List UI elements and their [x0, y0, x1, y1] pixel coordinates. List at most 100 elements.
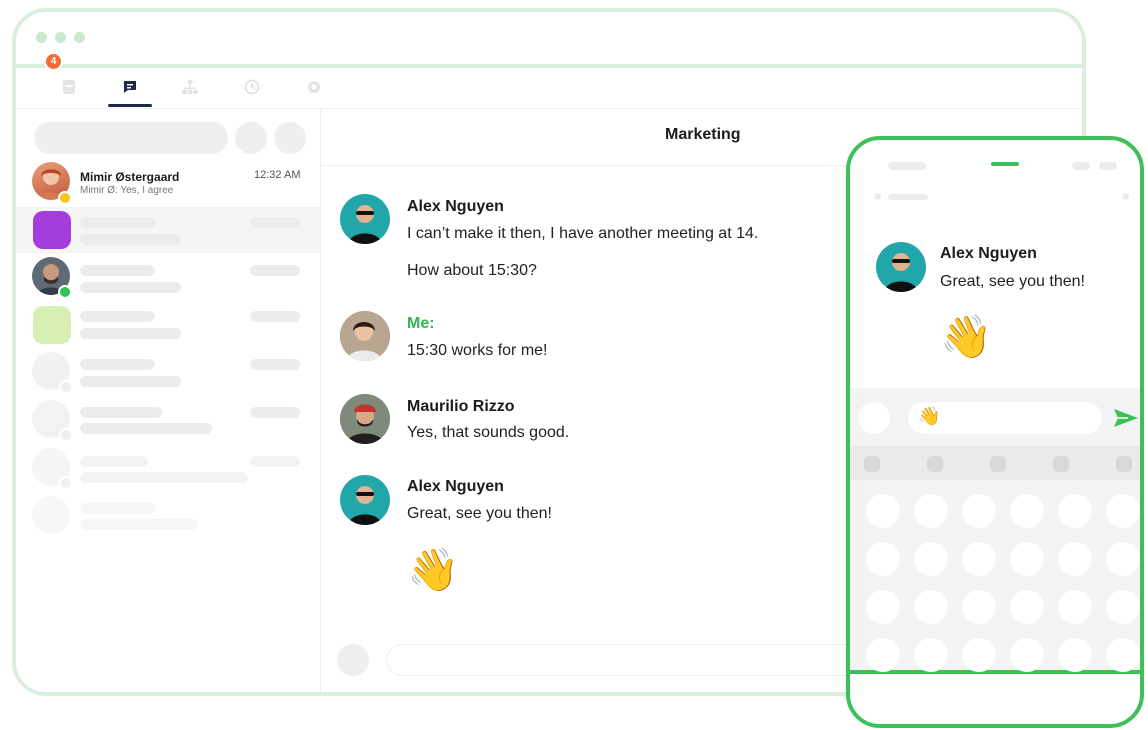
emoji-key[interactable]: [1058, 494, 1092, 528]
avatar: [340, 194, 390, 244]
placeholder-line: [80, 456, 148, 467]
message-author: Alex Nguyen: [407, 198, 504, 215]
archive-icon[interactable]: [58, 76, 80, 98]
placeholder-line: [80, 503, 155, 514]
send-icon[interactable]: [1112, 406, 1140, 430]
filter-button[interactable]: [235, 122, 267, 154]
avatar: [340, 394, 390, 444]
mobile-device: Alex Nguyen Great, see you then! 👋 👋: [846, 136, 1144, 728]
search-input[interactable]: [34, 122, 228, 154]
emoji-key[interactable]: [866, 542, 900, 576]
status-away-dot: [58, 191, 72, 205]
emoji-key[interactable]: [1010, 638, 1044, 672]
placeholder-line: [80, 265, 155, 276]
chat-icon[interactable]: [119, 76, 141, 98]
emoji-key[interactable]: [1058, 638, 1092, 672]
attach-button[interactable]: [337, 644, 369, 676]
message-author-me: Me:: [407, 315, 435, 332]
message-text: How about 15:30?: [407, 262, 537, 279]
window-dot[interactable]: [74, 32, 85, 43]
message-preview: Mimir Ø: Yes, I agree: [80, 185, 174, 196]
message-text: I can’t make it then, I have another mee…: [407, 225, 759, 242]
input-value: 👋: [918, 406, 941, 426]
emoji-key[interactable]: [1010, 542, 1044, 576]
emoji-key[interactable]: [866, 494, 900, 528]
avatar: [340, 311, 390, 361]
history-icon[interactable]: [241, 76, 263, 98]
message-text: Yes, that sounds good.: [407, 424, 570, 441]
emoji-key[interactable]: [914, 638, 948, 672]
placeholder-line: [250, 407, 300, 418]
mobile-keyboard: 👋: [850, 388, 1140, 674]
group-avatar: [33, 306, 71, 344]
avatar: [340, 475, 390, 525]
message-input[interactable]: 👋: [908, 402, 1102, 434]
message-input[interactable]: [386, 644, 866, 676]
attach-button[interactable]: [858, 402, 890, 434]
emoji-category-tab[interactable]: [1116, 456, 1132, 472]
placeholder-line: [80, 376, 181, 387]
list-item[interactable]: [16, 207, 320, 253]
placeholder-line: [80, 234, 181, 245]
group-avatar: [33, 211, 71, 249]
placeholder-line: [250, 217, 300, 228]
emoji-category-tab[interactable]: [1053, 456, 1069, 472]
emoji-category-tab[interactable]: [927, 456, 943, 472]
emoji-key[interactable]: [914, 542, 948, 576]
emoji-key[interactable]: [914, 590, 948, 624]
emoji-key[interactable]: [914, 494, 948, 528]
message-author: Alex Nguyen: [940, 245, 1037, 262]
message-text: Great, see you then!: [940, 273, 1085, 290]
placeholder-line: [250, 456, 300, 467]
window-dot[interactable]: [55, 32, 66, 43]
chat-title: Marketing: [665, 126, 741, 143]
message-text: 15:30 works for me!: [407, 342, 548, 359]
app-toolbar: [16, 68, 1082, 109]
emoji-key[interactable]: [962, 590, 996, 624]
placeholder-line: [80, 359, 155, 370]
wave-emoji: 👋: [940, 313, 993, 360]
placeholder-line: [80, 472, 248, 483]
emoji-key[interactable]: [866, 638, 900, 672]
wave-emoji: 👋: [407, 546, 460, 593]
placeholder-line: [80, 217, 155, 228]
emoji-category-tab[interactable]: [990, 456, 1006, 472]
placeholder-line: [80, 311, 155, 322]
placeholder-line: [80, 519, 198, 530]
status-bar-item: [1072, 162, 1090, 170]
emoji-key[interactable]: [1010, 590, 1044, 624]
emoji-key[interactable]: [866, 590, 900, 624]
active-tab-indicator: [108, 104, 152, 107]
status-bar-item: [1122, 193, 1129, 200]
emoji-key[interactable]: [1106, 590, 1140, 624]
message-time: 12:32 AM: [254, 169, 301, 181]
emoji-key[interactable]: [962, 494, 996, 528]
unread-badge: 4: [44, 52, 63, 71]
status-offline-dot: [59, 476, 73, 490]
emoji-key[interactable]: [962, 638, 996, 672]
avatar: [32, 496, 70, 534]
message-author: Alex Nguyen: [407, 478, 504, 495]
emoji-key[interactable]: [1058, 590, 1092, 624]
message-author: Maurilio Rizzo: [407, 398, 515, 415]
new-chat-button[interactable]: [274, 122, 306, 154]
emoji-key[interactable]: [1106, 494, 1140, 528]
org-chart-icon[interactable]: [179, 76, 201, 98]
status-offline-dot: [59, 380, 73, 394]
avatar: [876, 242, 926, 292]
emoji-key[interactable]: [1058, 542, 1092, 576]
emoji-key[interactable]: [1106, 542, 1140, 576]
status-bar-item: [1099, 162, 1117, 170]
placeholder-line: [80, 423, 212, 434]
message-text: Great, see you then!: [407, 505, 552, 522]
placeholder-line: [250, 359, 300, 370]
emoji-key[interactable]: [962, 542, 996, 576]
status-online-dot: [58, 285, 72, 299]
emoji-key[interactable]: [1106, 638, 1140, 672]
settings-icon[interactable]: [303, 76, 325, 98]
status-bar-item: [874, 193, 881, 200]
emoji-category-tab[interactable]: [864, 456, 880, 472]
emoji-key[interactable]: [1010, 494, 1044, 528]
placeholder-line: [250, 311, 300, 322]
window-dot[interactable]: [36, 32, 47, 43]
